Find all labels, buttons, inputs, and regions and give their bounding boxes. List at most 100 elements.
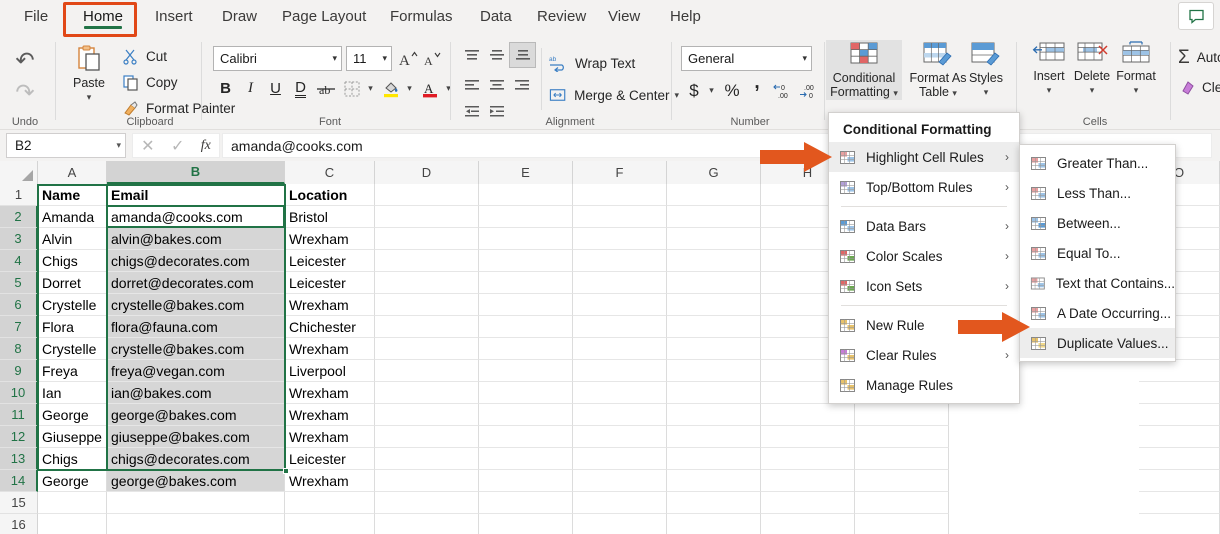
grid-cell-a13[interactable]: Chigs: [38, 448, 107, 470]
currency-button[interactable]: $: [683, 78, 705, 103]
grid-cell-empty[interactable]: [479, 338, 573, 360]
tab-formulas[interactable]: Formulas: [380, 3, 463, 31]
borders-button[interactable]: [340, 76, 364, 101]
grid-cell-empty[interactable]: [375, 338, 479, 360]
grid-cell-b11[interactable]: george@bakes.com: [107, 404, 285, 426]
paste-button[interactable]: Paste ▾: [60, 44, 118, 104]
tab-file[interactable]: File: [14, 3, 58, 31]
grid-cell-empty[interactable]: [375, 514, 479, 534]
grid-cell-empty[interactable]: [1139, 382, 1220, 404]
grid-cell-b6[interactable]: crystelle@bakes.com: [107, 294, 285, 316]
grid-cell-empty[interactable]: [479, 184, 573, 206]
grid-cell-a12[interactable]: Giuseppe: [38, 426, 107, 448]
column-header-c[interactable]: C: [285, 161, 375, 184]
cancel-x-icon[interactable]: ✕: [141, 136, 154, 156]
grid-cell-empty[interactable]: [761, 492, 855, 514]
grid-cell-empty[interactable]: [761, 514, 855, 534]
grid-cell-empty[interactable]: [855, 492, 949, 514]
fill-color-dropdown-button[interactable]: ▾: [403, 76, 416, 101]
hcr-item-a-date-occurring[interactable]: A Date Occurring...: [1020, 298, 1175, 328]
grid-cell-empty[interactable]: [375, 382, 479, 404]
grid-cell-empty[interactable]: [375, 272, 479, 294]
grid-cell-empty[interactable]: [573, 338, 667, 360]
decrease-font-size-button[interactable]: A: [420, 46, 444, 71]
grid-cell-empty[interactable]: [855, 470, 949, 492]
strikethrough-button[interactable]: ab: [313, 76, 338, 101]
selection-fill-handle[interactable]: [283, 468, 289, 474]
grid-cell-b1[interactable]: Email: [107, 184, 285, 206]
grid-cell-empty[interactable]: [573, 228, 667, 250]
grid-cell-empty[interactable]: [375, 250, 479, 272]
grid-cell-empty[interactable]: [667, 206, 761, 228]
grid-cell-empty[interactable]: [375, 492, 479, 514]
format-cells-button[interactable]: Format ▾: [1110, 40, 1162, 97]
row-header-4[interactable]: 4: [0, 250, 38, 272]
decrease-decimal-button[interactable]: .00 0: [796, 78, 822, 103]
grid-cell-empty[interactable]: [479, 514, 573, 534]
grid-cell-c9[interactable]: Liverpool: [285, 360, 375, 382]
grid-cell-empty[interactable]: [761, 404, 855, 426]
grid-cell-empty[interactable]: [1139, 492, 1220, 514]
row-header-3[interactable]: 3: [0, 228, 38, 250]
font-color-dropdown-button[interactable]: ▾: [442, 76, 455, 101]
copy-button[interactable]: Copy: [122, 70, 208, 94]
grid-cell-c1[interactable]: Location: [285, 184, 375, 206]
clear-button[interactable]: Clear ▾: [1178, 74, 1220, 100]
borders-dropdown-button[interactable]: ▾: [364, 76, 377, 101]
tab-insert[interactable]: Insert: [145, 3, 203, 31]
grid-cell-b16[interactable]: [107, 514, 285, 534]
undo-button[interactable]: ↶: [8, 46, 42, 74]
cell-styles-button[interactable]: Styles ▾: [960, 40, 1012, 99]
currency-dropdown-button[interactable]: ▾: [705, 78, 718, 103]
grid-cell-empty[interactable]: [667, 250, 761, 272]
grid-cell-c5[interactable]: Leicester: [285, 272, 375, 294]
grid-cell-b5[interactable]: dorret@decorates.com: [107, 272, 285, 294]
column-header-b[interactable]: B: [107, 161, 285, 184]
grid-cell-b8[interactable]: crystelle@bakes.com: [107, 338, 285, 360]
grid-cell-empty[interactable]: [667, 360, 761, 382]
cf-menu-item-clear-rules[interactable]: Clear Rules›: [829, 340, 1019, 370]
grid-cell-c13[interactable]: Leicester: [285, 448, 375, 470]
grid-cell-empty[interactable]: [667, 492, 761, 514]
grid-cell-empty[interactable]: [573, 294, 667, 316]
grid-cell-c10[interactable]: Wrexham: [285, 382, 375, 404]
grid-cell-empty[interactable]: [1139, 404, 1220, 426]
percent-style-button[interactable]: %: [720, 78, 744, 103]
grid-cell-c11[interactable]: Wrexham: [285, 404, 375, 426]
comments-button[interactable]: [1178, 2, 1214, 30]
row-header-14[interactable]: 14: [0, 470, 38, 492]
grid-cell-c12[interactable]: Wrexham: [285, 426, 375, 448]
grid-cell-empty[interactable]: [375, 228, 479, 250]
grid-cell-c14[interactable]: Wrexham: [285, 470, 375, 492]
row-header-5[interactable]: 5: [0, 272, 38, 294]
grid-cell-empty[interactable]: [667, 272, 761, 294]
hcr-item-less-than[interactable]: Less Than...: [1020, 178, 1175, 208]
align-top-button[interactable]: [459, 44, 484, 66]
grid-cell-empty[interactable]: [375, 206, 479, 228]
grid-cell-empty[interactable]: [573, 250, 667, 272]
wrap-text-button[interactable]: ab Wrap Text: [549, 50, 659, 76]
grid-cell-a7[interactable]: Flora: [38, 316, 107, 338]
tab-home[interactable]: Home: [73, 3, 133, 31]
row-header-13[interactable]: 13: [0, 448, 38, 470]
tab-view[interactable]: View: [598, 3, 650, 31]
grid-cell-empty[interactable]: [855, 404, 949, 426]
grid-cell-b9[interactable]: freya@vegan.com: [107, 360, 285, 382]
grid-cell-empty[interactable]: [479, 404, 573, 426]
grid-cell-empty[interactable]: [573, 206, 667, 228]
grid-cell-empty[interactable]: [667, 294, 761, 316]
grid-cell-empty[interactable]: [667, 514, 761, 534]
align-right-button[interactable]: [509, 74, 534, 96]
grid-cell-empty[interactable]: [375, 316, 479, 338]
grid-cell-empty[interactable]: [375, 404, 479, 426]
grid-cell-empty[interactable]: [667, 448, 761, 470]
grid-cell-empty[interactable]: [667, 228, 761, 250]
column-header-e[interactable]: E: [479, 161, 573, 184]
column-header-g[interactable]: G: [667, 161, 761, 184]
grid-cell-empty[interactable]: [761, 426, 855, 448]
grid-cell-a5[interactable]: Dorret: [38, 272, 107, 294]
row-header-11[interactable]: 11: [0, 404, 38, 426]
cf-menu-item-highlight-cell-rules[interactable]: Highlight Cell Rules›: [829, 142, 1019, 172]
row-header-16[interactable]: 16: [0, 514, 38, 534]
grid-cell-empty[interactable]: [1139, 448, 1220, 470]
